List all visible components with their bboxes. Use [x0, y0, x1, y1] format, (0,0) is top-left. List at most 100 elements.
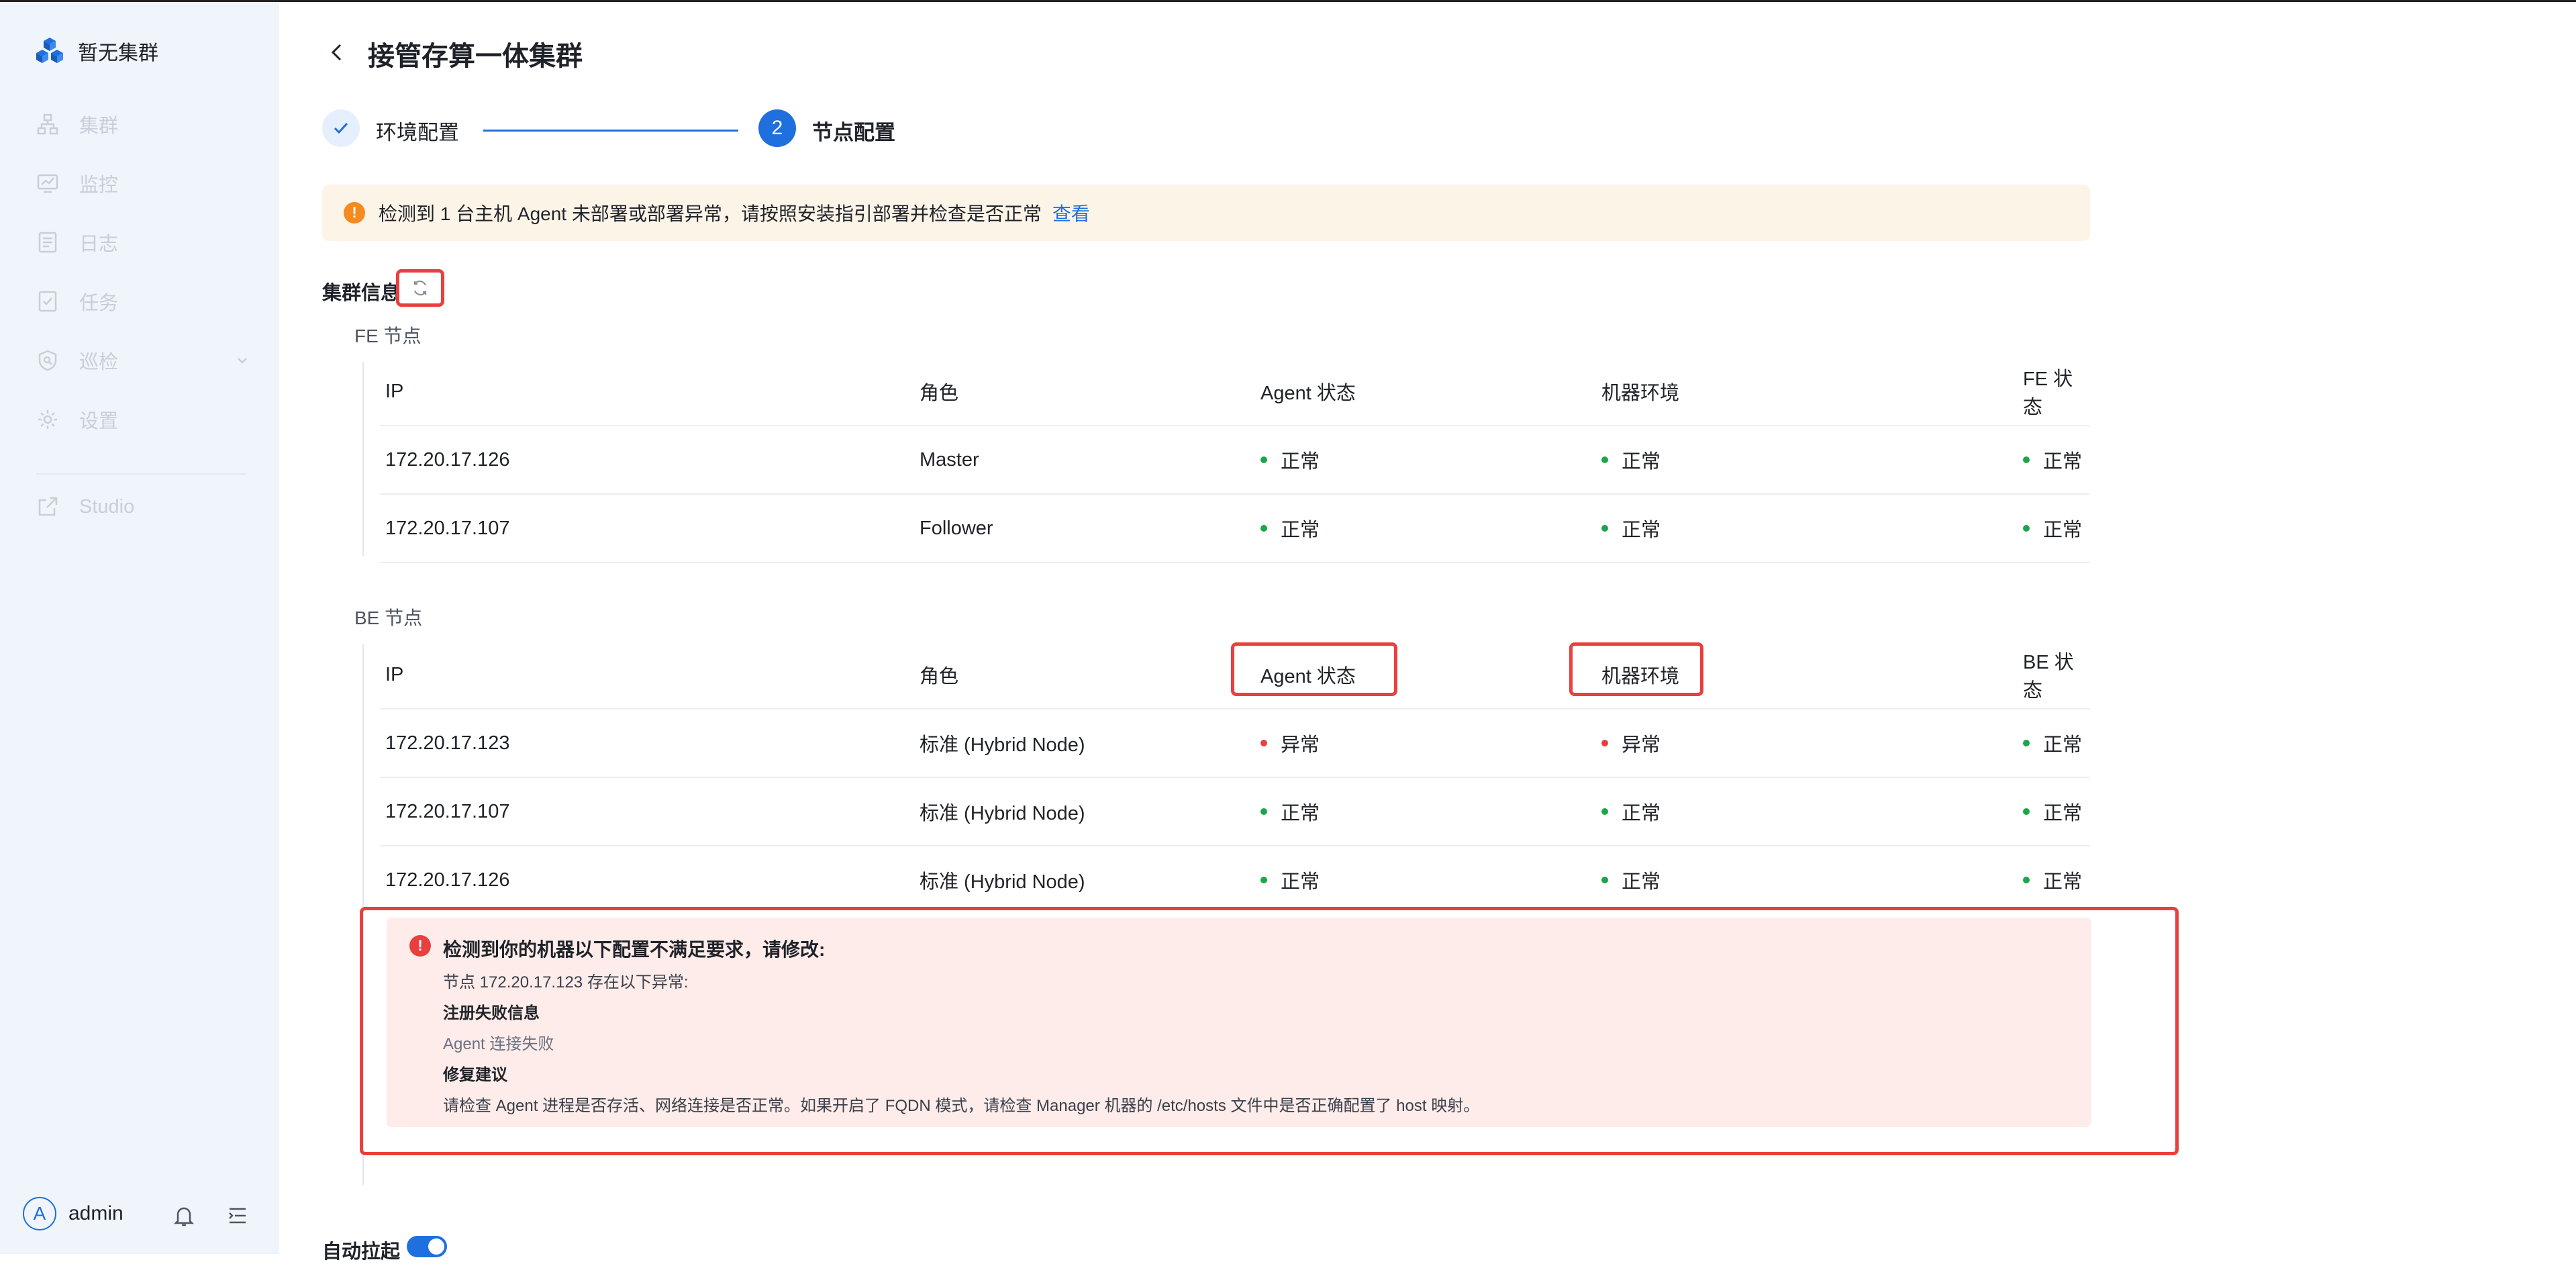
sidebar-item-label: 日志 — [79, 234, 119, 255]
table-row: 172.20.17.126 标准 (Hybrid Node) 正常 正常 正常 — [380, 846, 2090, 914]
env-status-cell: 正常 — [1601, 846, 1661, 914]
ip-cell: 172.20.17.107 — [385, 517, 510, 539]
status-dot — [1601, 808, 1608, 815]
brand[interactable]: 暂无集群 — [34, 34, 158, 68]
sidebar-item-studio[interactable]: Studio — [36, 487, 251, 527]
error-reg-detail: Agent 连接失败 — [443, 1035, 554, 1053]
col-status-header: FE 状态 — [2023, 369, 2073, 418]
error-fix-detail: 请检查 Agent 进程是否存活、网络连接是否正常。如果开启了 FQDN 模式，… — [443, 1097, 1480, 1115]
status-dot — [1260, 456, 1267, 463]
inspect-icon — [38, 350, 57, 371]
sidebar-item-label: 巡检 — [79, 352, 119, 373]
step-1-label[interactable]: 环境配置 — [376, 115, 459, 146]
node-status-cell: 正常 — [2023, 778, 2082, 845]
sidebar-item-monitor[interactable]: 监控 — [36, 163, 251, 203]
monitor-icon — [37, 174, 58, 193]
refresh-button[interactable] — [396, 269, 444, 307]
fe-nodes-title: FE 节点 — [354, 326, 422, 346]
sidebar-item-settings[interactable]: 设置 — [36, 399, 251, 440]
status-dot — [2023, 877, 2030, 883]
user-name: admin — [68, 1202, 123, 1224]
auto-start-label: 自动拉起 — [322, 1241, 401, 1263]
chevron-down-icon — [238, 358, 247, 364]
error-reg-title: 注册失败信息 — [443, 1004, 540, 1022]
be-nodes-title: BE 节点 — [354, 607, 423, 628]
ip-cell: 172.20.17.126 — [385, 448, 510, 471]
step-2-label: 节点配置 — [812, 121, 895, 144]
env-status-cell: 正常 — [1601, 495, 1661, 562]
task-icon — [38, 291, 57, 312]
ip-cell: 172.20.17.126 — [385, 869, 510, 891]
status-dot — [2023, 808, 2030, 815]
col-agent-header: Agent 状态 — [1260, 383, 1356, 404]
page-title: 接管存算一体集群 — [368, 42, 583, 71]
status-dot — [1260, 808, 1267, 815]
fe-tree-line — [362, 362, 364, 556]
warning-icon: ! — [344, 202, 365, 224]
bell-icon[interactable] — [172, 1204, 196, 1228]
collapse-menu-icon[interactable] — [226, 1204, 250, 1228]
log-icon — [38, 232, 57, 253]
status-dot — [2023, 740, 2030, 746]
status-dot — [1260, 877, 1267, 883]
fe-nodes-table: IP 角色 Agent 状态 机器环境 FE 状态 172.20.17.126 … — [380, 358, 2090, 563]
error-node-line: 节点 172.20.17.123 存在以下异常: — [443, 973, 689, 991]
error-icon: ! — [409, 935, 431, 957]
sidebar-item-label: 设置 — [79, 411, 119, 432]
auto-start-toggle[interactable] — [407, 1236, 447, 1257]
sidebar-item-inspect[interactable]: 巡检 — [36, 340, 251, 381]
gear-icon — [38, 410, 57, 429]
cluster-icon — [37, 113, 58, 135]
external-link-icon — [38, 497, 58, 516]
status-dot — [1601, 877, 1608, 883]
table-header-row: IP 角色 Agent 状态 机器环境 FE 状态 — [380, 358, 2090, 426]
sidebar-item-log[interactable]: 日志 — [36, 222, 251, 262]
role-cell: 标准 (Hybrid Node) — [920, 803, 1085, 824]
status-dot — [1260, 740, 1267, 746]
table-row: 172.20.17.107 Follower 正常 正常 正常 — [380, 495, 2090, 563]
alert-view-link[interactable]: 查看 — [1052, 199, 1090, 226]
env-status-cell: 正常 — [1601, 778, 1661, 845]
user-profile[interactable]: A admin — [23, 1197, 123, 1230]
env-status-cell: 正常 — [1601, 426, 1661, 493]
step-connector — [483, 130, 738, 132]
sidebar-divider — [36, 473, 246, 475]
status-dot — [1601, 456, 1608, 463]
agent-status-cell: 正常 — [1260, 778, 1320, 845]
sidebar-item-cluster[interactable]: 集群 — [36, 104, 251, 144]
status-dot — [1260, 525, 1267, 532]
step-done-check-icon — [322, 109, 360, 147]
cluster-info-title: 集群信息 — [322, 283, 401, 304]
status-dot — [2023, 525, 2030, 532]
back-arrow-icon[interactable] — [326, 41, 349, 64]
node-status-cell: 正常 — [2023, 426, 2082, 493]
sidebar-item-label: 监控 — [79, 175, 119, 196]
col-role-header: 角色 — [920, 666, 959, 687]
node-status-cell: 正常 — [2023, 495, 2082, 562]
sidebar-item-label: Studio — [79, 495, 135, 518]
refresh-icon — [413, 280, 427, 296]
col-status-header: BE 状态 — [2023, 652, 2074, 701]
col-ip-header: IP — [385, 663, 404, 685]
role-cell: 标准 (Hybrid Node) — [920, 871, 1085, 893]
main-content: 接管存算一体集群 环境配置 2 节点配置 ! 检测到 1 台主机 Agent 未… — [279, 2, 2576, 1263]
ip-cell: 172.20.17.107 — [385, 800, 510, 822]
agent-status-highlight — [1231, 642, 1397, 696]
table-row: 172.20.17.126 Master 正常 正常 正常 — [380, 426, 2090, 495]
status-dot — [2023, 456, 2030, 463]
role-cell: Follower — [920, 517, 993, 539]
agent-status-cell: 正常 — [1260, 846, 1320, 914]
env-status-cell: 异常 — [1601, 710, 1661, 777]
sidebar-item-label: 集群 — [79, 115, 119, 137]
brand-name: 暂无集群 — [78, 42, 158, 64]
alert-message: 检测到 1 台主机 Agent 未部署或部署异常，请按照安装指引部署并检查是否正… — [379, 203, 1042, 224]
status-dot — [1601, 740, 1608, 746]
agent-status-cell: 正常 — [1260, 426, 1320, 493]
cubes-logo-icon — [36, 38, 63, 63]
role-cell: 标准 (Hybrid Node) — [920, 734, 1085, 756]
error-fix-title: 修复建议 — [443, 1066, 507, 1084]
step-2-number: 2 — [758, 109, 796, 147]
agent-status-cell: 正常 — [1260, 495, 1320, 562]
machine-env-highlight — [1569, 642, 1703, 696]
sidebar-item-task[interactable]: 任务 — [36, 281, 251, 322]
